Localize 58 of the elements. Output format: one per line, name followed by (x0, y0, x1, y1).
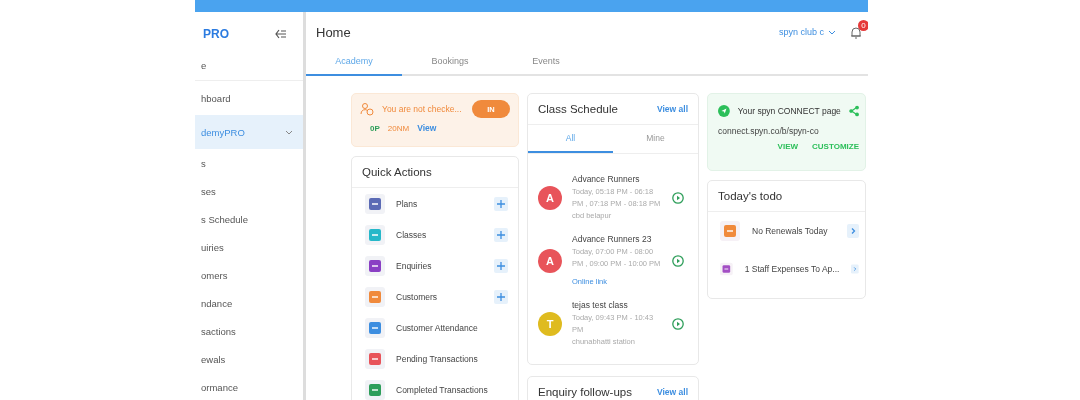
sidebar-item[interactable]: omers (195, 261, 303, 289)
connect-url: connect.spyn.co/b/spyn-co (718, 126, 820, 136)
action-label[interactable]: Plans (396, 198, 483, 209)
action-label[interactable]: Classes (396, 229, 483, 240)
action-label[interactable]: Pending Transactions (396, 353, 508, 364)
stat-text: 0P (370, 123, 380, 133)
class-name: tejas test class (572, 300, 629, 310)
sidebar-item[interactable]: s Schedule (195, 205, 303, 233)
todo-label: No Renewals Today (752, 226, 829, 236)
sidebar-item[interactable]: ndance (195, 289, 303, 317)
todo-label: 1 Staff Expenses To Ap... (744, 264, 840, 274)
sidebar-item[interactable]: ormance (195, 373, 303, 400)
avatar: A (538, 249, 562, 273)
card-title: Enquiry follow-ups (538, 386, 632, 398)
action-label[interactable]: Enquiries (396, 260, 483, 271)
sidebar-item[interactable]: sactions (195, 317, 303, 345)
sidebar-item[interactable]: ewals (195, 345, 303, 373)
chevron-right-icon[interactable] (851, 262, 859, 276)
add-icon[interactable] (494, 258, 508, 273)
sidebar-item[interactable]: ses (195, 177, 303, 205)
play-icon[interactable] (672, 318, 684, 330)
checkin-message: You are not checke... (382, 104, 463, 114)
class-name: Advance Runners 23 (572, 234, 653, 244)
sidebar-item[interactable]: uiries (195, 233, 303, 261)
add-icon[interactable] (494, 289, 508, 304)
club-selector[interactable]: spyn club c (778, 27, 836, 37)
play-icon[interactable] (672, 192, 684, 204)
bell-icon[interactable] (850, 25, 862, 39)
stat-text: 20NM (387, 123, 410, 133)
person-clock-icon (360, 102, 374, 116)
view-all-link[interactable]: View all (656, 104, 688, 114)
chevron-right-icon[interactable] (847, 224, 859, 238)
connect-title: Your spyn CONNECT page (737, 106, 841, 116)
view-all-link[interactable]: View all (656, 387, 688, 397)
sidebar-item[interactable]: e (195, 50, 303, 81)
action-label[interactable]: Completed Transactions (396, 384, 508, 395)
collapse-menu-icon[interactable] (275, 29, 287, 39)
page-title: Home (316, 24, 351, 40)
share-icon[interactable] (848, 105, 859, 117)
add-icon[interactable] (494, 227, 508, 242)
send-icon (718, 104, 730, 118)
tab[interactable]: Events (498, 52, 594, 76)
action-label[interactable]: Customer Attendance (396, 322, 508, 333)
card-title: Class Schedule (538, 103, 618, 115)
avatar: T (538, 312, 562, 336)
tab[interactable]: Bookings (402, 52, 498, 76)
action-label[interactable]: Customers (396, 291, 483, 302)
logo-text: PRO (203, 27, 229, 41)
card-title: Today's todo (708, 181, 865, 212)
play-icon[interactable] (672, 255, 684, 267)
sidebar-item[interactable]: s (195, 149, 303, 177)
add-icon[interactable] (494, 196, 508, 211)
card-title: Quick Actions (352, 157, 518, 188)
class-name: Advance Runners (572, 174, 641, 184)
notification-badge: 0 (858, 19, 868, 31)
avatar: A (538, 186, 562, 210)
sidebar-item[interactable]: hboard (195, 81, 303, 115)
chevron-down-icon (828, 29, 836, 35)
